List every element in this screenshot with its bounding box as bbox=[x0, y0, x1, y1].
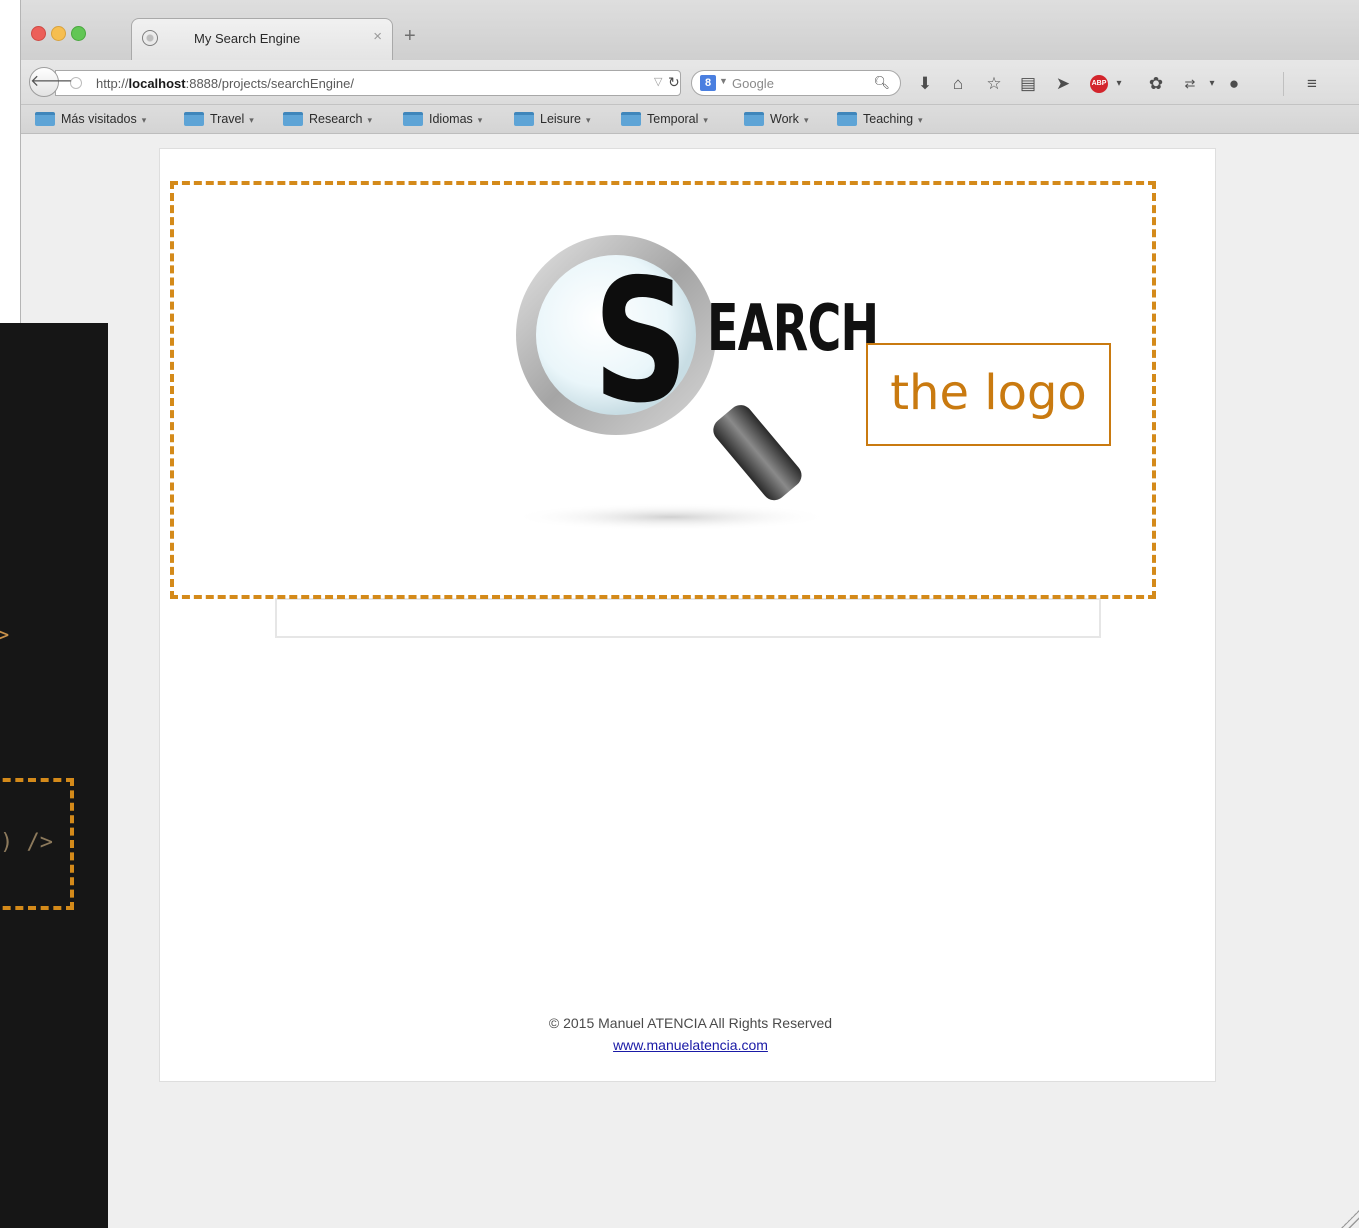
code-fragment-tag: ) /> bbox=[0, 830, 53, 855]
bookmark-travel[interactable]: Travel ▾ bbox=[184, 111, 254, 127]
history-dropdown-icon[interactable]: ▽ bbox=[654, 75, 662, 88]
footer-link-container: www.manuelatencia.com bbox=[21, 1037, 1359, 1053]
copyright-text: © 2015 Manuel ATENCIA All Rights Reserve… bbox=[548, 1015, 833, 1031]
folder-icon bbox=[184, 112, 204, 126]
loading-icon bbox=[142, 30, 158, 46]
bookmark-work[interactable]: Work ▾ bbox=[744, 111, 808, 127]
bookmark-teaching[interactable]: Teaching ▾ bbox=[837, 111, 923, 127]
bookmark-star-icon[interactable]: ☆ bbox=[983, 73, 1005, 95]
folder-icon bbox=[514, 112, 534, 126]
clipboard-icon[interactable]: ▤ bbox=[1017, 73, 1039, 95]
bookmark-idiomas[interactable]: Idiomas ▾ bbox=[403, 111, 482, 127]
title-bar: My Search Engine × + bbox=[21, 0, 1359, 60]
new-tab-button[interactable]: + bbox=[404, 26, 416, 46]
toolbar-divider bbox=[1283, 72, 1284, 96]
adblock-menu-icon[interactable]: ▾ bbox=[1108, 73, 1130, 95]
folder-icon bbox=[403, 112, 423, 126]
author-website-link[interactable]: www.manuelatencia.com bbox=[613, 1037, 768, 1053]
logo-callout-label: the logo bbox=[866, 343, 1111, 446]
reload-icon[interactable]: ↻ bbox=[668, 74, 680, 91]
bookmark-most-visited[interactable]: Más visitados ▾ bbox=[35, 111, 146, 127]
chat-icon[interactable]: ● bbox=[1223, 73, 1245, 95]
window-minimize-button[interactable] bbox=[51, 26, 66, 41]
folder-icon bbox=[35, 112, 55, 126]
window-close-button[interactable] bbox=[31, 26, 46, 41]
tab-title: My Search Engine bbox=[194, 31, 301, 46]
resize-grip-icon[interactable] bbox=[1341, 1210, 1359, 1228]
adblock-icon[interactable]: ABP bbox=[1090, 75, 1108, 93]
download-icon[interactable]: ⬇ bbox=[914, 73, 936, 95]
bookmark-leisure[interactable]: Leisure ▾ bbox=[514, 111, 591, 127]
bookmark-research[interactable]: Research ▾ bbox=[283, 111, 372, 127]
send-icon[interactable]: ➤ bbox=[1052, 73, 1074, 95]
folder-icon bbox=[837, 112, 857, 126]
bookmarks-toolbar: Más visitados ▾ Travel ▾ Research ▾ Idiomas… bbox=[21, 105, 1359, 134]
plugin-menu-icon[interactable]: ▾ bbox=[1201, 73, 1223, 95]
window-maximize-button[interactable] bbox=[71, 26, 86, 41]
folder-icon bbox=[621, 112, 641, 126]
folder-icon bbox=[283, 112, 303, 126]
search-bar[interactable]: 8 ▼ Google 🔍︎ bbox=[691, 70, 901, 96]
google-engine-icon[interactable]: 8 bbox=[700, 75, 716, 91]
code-editor-panel: > ) /> bbox=[0, 323, 108, 1228]
back-button[interactable]: 🡐 bbox=[29, 67, 73, 97]
folder-icon bbox=[744, 112, 764, 126]
code-fragment-top: > bbox=[0, 623, 10, 648]
bookmark-temporal[interactable]: Temporal ▾ bbox=[621, 111, 708, 127]
search-icon[interactable]: 🔍︎ bbox=[873, 75, 890, 91]
extension-icon[interactable]: ✿ bbox=[1145, 73, 1167, 95]
plugin-icon[interactable]: ⇄ bbox=[1179, 73, 1201, 95]
close-tab-icon[interactable]: × bbox=[373, 28, 382, 45]
engine-dropdown-icon[interactable]: ▼ bbox=[719, 76, 728, 86]
tab-my-search-engine[interactable]: My Search Engine × bbox=[131, 18, 393, 60]
address-bar[interactable]: http://localhost:8888/projects/searchEng… bbox=[55, 70, 681, 96]
url-text: http://localhost:8888/projects/searchEng… bbox=[96, 76, 354, 91]
search-placeholder: Google bbox=[732, 76, 774, 91]
search-input[interactable] bbox=[275, 598, 1101, 638]
menu-icon[interactable]: ≡ bbox=[1301, 73, 1323, 95]
home-icon[interactable]: ⌂ bbox=[947, 73, 969, 95]
